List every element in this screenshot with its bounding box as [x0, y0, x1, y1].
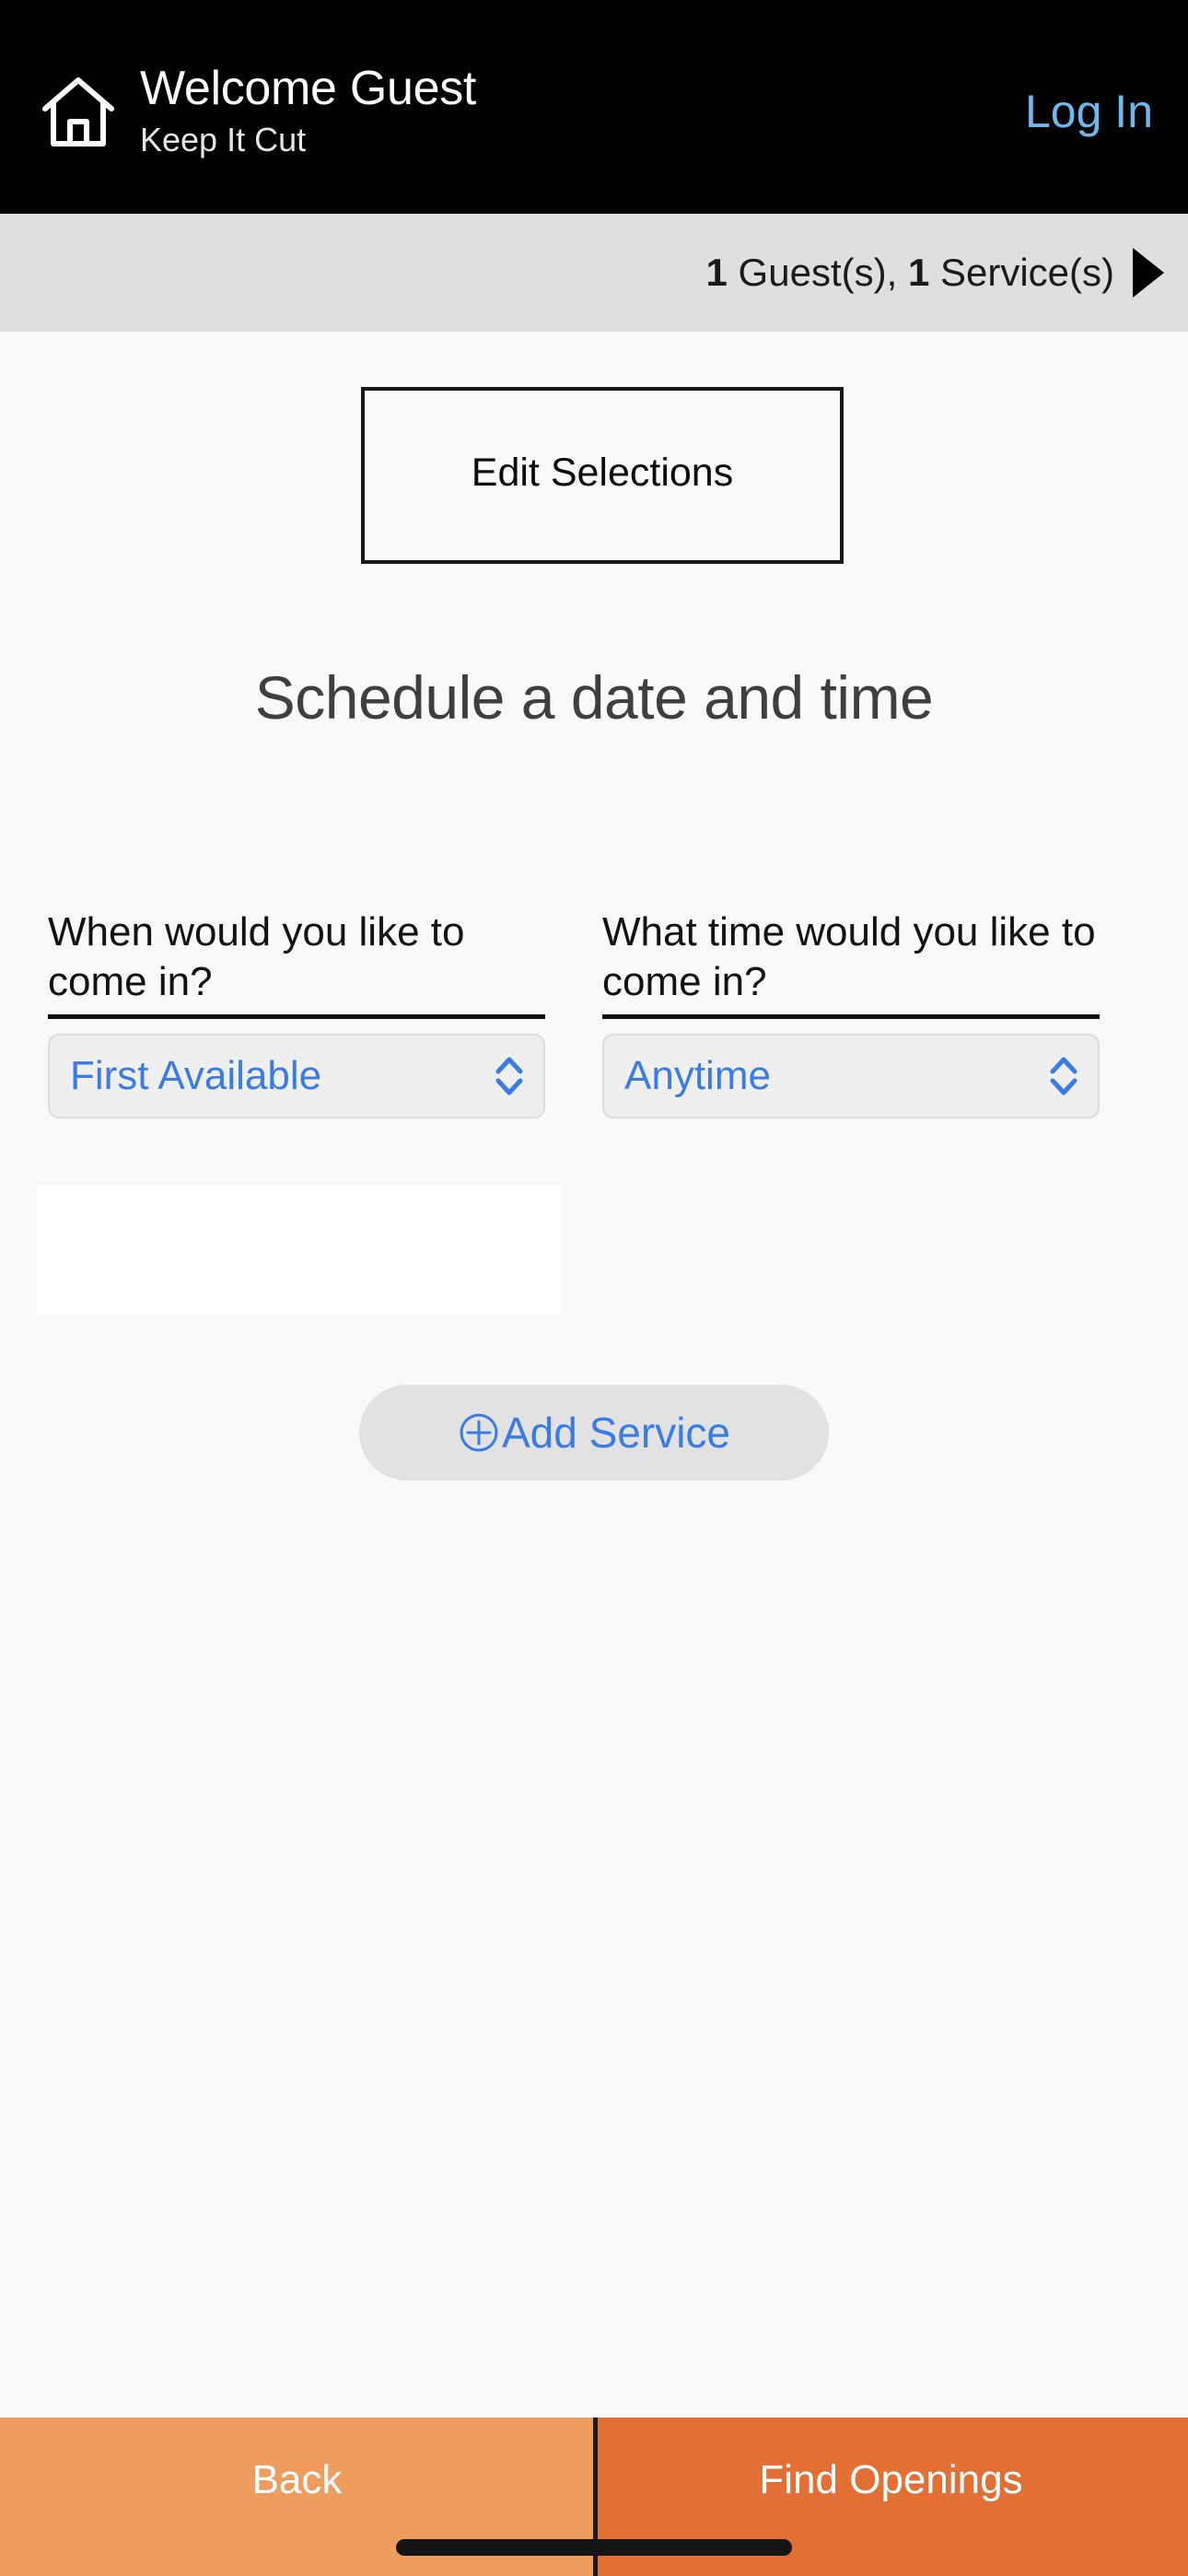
time-field-label: What time would you like to come in?	[602, 907, 1100, 1019]
guest-label: Guest(s),	[727, 251, 908, 294]
edit-selections-label: Edit Selections	[471, 451, 734, 495]
guest-count: 1	[705, 251, 728, 294]
add-service-label: Add Service	[501, 1409, 730, 1457]
time-field-group: What time would you like to come in? Any…	[602, 907, 1100, 1118]
business-name: Keep It Cut	[140, 121, 307, 158]
time-select[interactable]: Anytime	[602, 1034, 1100, 1118]
welcome-block: Welcome Guest Keep It Cut	[140, 61, 1025, 162]
chevron-up-down-icon	[1048, 1052, 1079, 1100]
home-icon[interactable]	[39, 72, 118, 151]
back-button-label: Back	[251, 2457, 343, 2502]
find-openings-button-label: Find Openings	[759, 2457, 1023, 2502]
edit-selections-button[interactable]: Edit Selections	[361, 387, 844, 564]
date-field-group: When would you like to come in? First Av…	[48, 907, 545, 1118]
date-picker-panel	[37, 1186, 562, 1315]
date-select-value: First Available	[70, 1053, 322, 1098]
time-select-value: Anytime	[624, 1053, 771, 1098]
page-title: Schedule a date and time	[254, 663, 934, 732]
bottom-action-bar: Back Find Openings	[0, 2418, 1188, 2576]
date-select[interactable]: First Available	[48, 1034, 545, 1118]
date-field-label: When would you like to come in?	[48, 907, 545, 1019]
add-service-button[interactable]: Add Service	[359, 1385, 829, 1481]
selection-summary-bar[interactable]: 1 Guest(s), 1 Service(s)	[0, 214, 1188, 332]
welcome-title: Welcome Guest	[140, 62, 477, 115]
app-header: Welcome Guest Keep It Cut Log In	[0, 0, 1188, 214]
service-label: Service(s)	[929, 251, 1114, 294]
circle-plus-icon	[458, 1411, 500, 1454]
service-count: 1	[907, 251, 930, 294]
schedule-form: When would you like to come in? First Av…	[0, 907, 1188, 1118]
selection-summary-text: 1 Guest(s), 1 Service(s)	[706, 251, 1114, 295]
app-screen: Welcome Guest Keep It Cut Log In 1 Guest…	[0, 0, 1188, 2576]
home-indicator	[396, 2539, 792, 2556]
triangle-right-icon[interactable]	[1133, 248, 1164, 298]
login-link[interactable]: Log In	[1025, 85, 1153, 138]
chevron-up-down-icon	[494, 1052, 525, 1100]
